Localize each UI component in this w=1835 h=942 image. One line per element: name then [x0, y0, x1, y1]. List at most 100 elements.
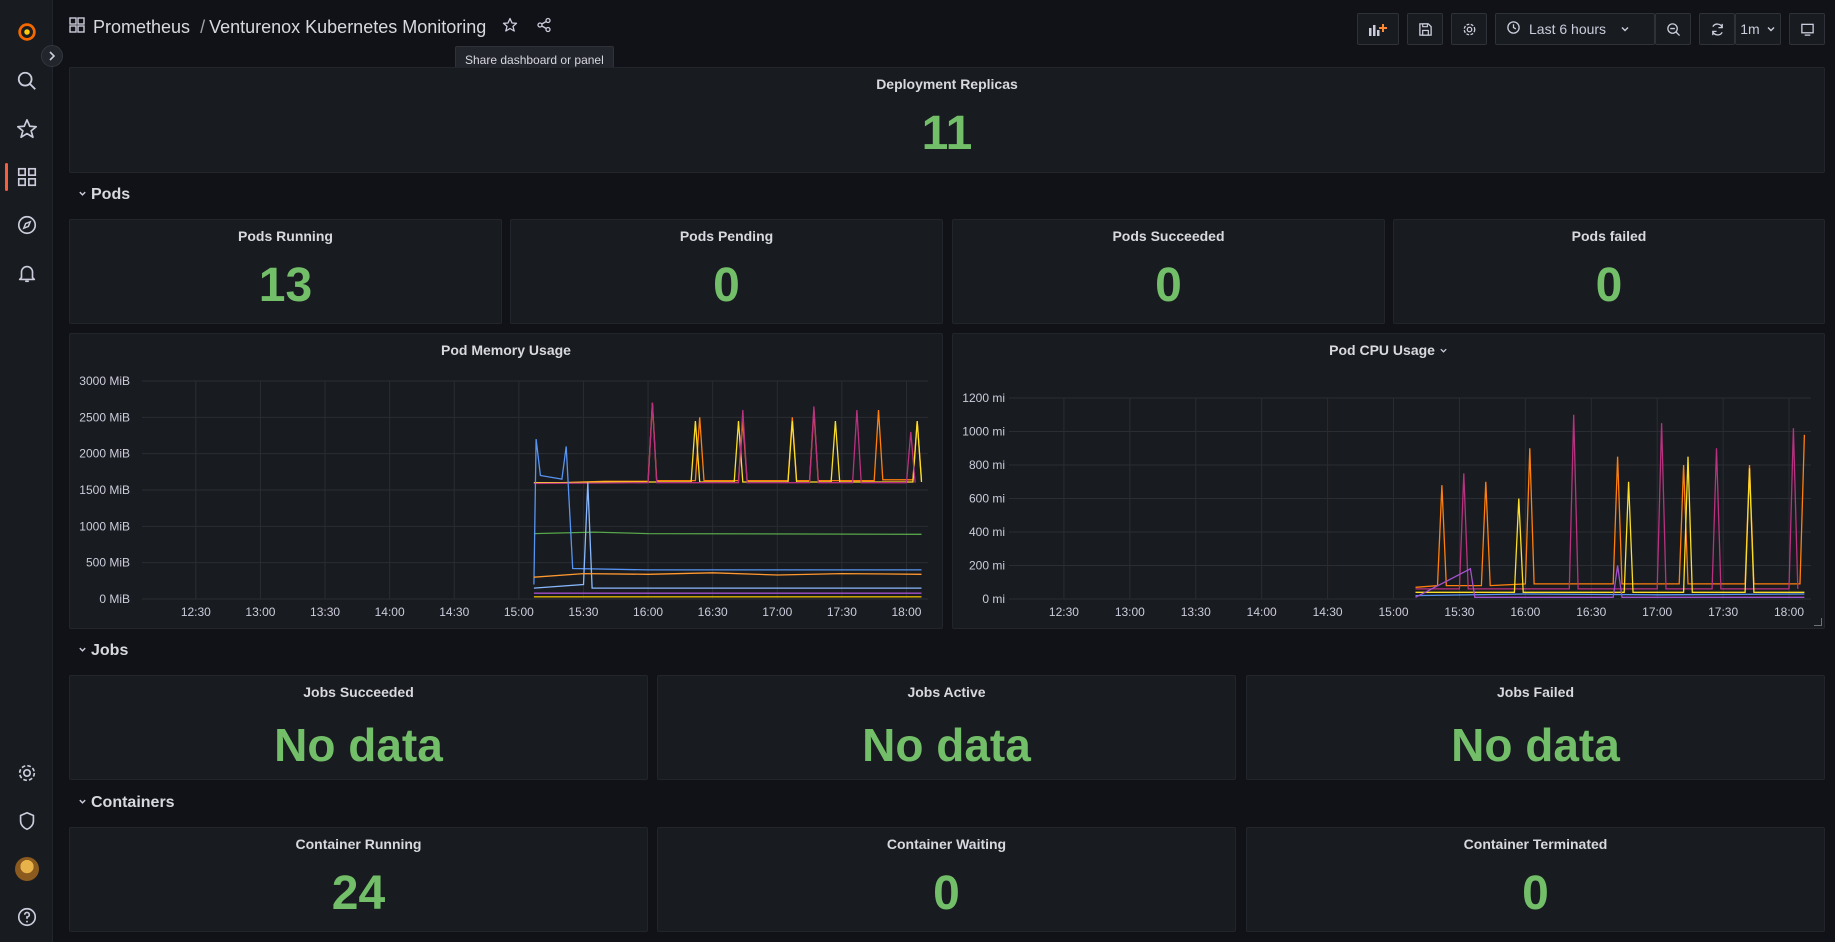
- series-line: [533, 531, 922, 535]
- row-pods[interactable]: Pods: [78, 186, 130, 204]
- expand-sidebar-button[interactable]: [41, 45, 63, 67]
- row-jobs[interactable]: Jobs: [78, 642, 128, 660]
- stat-value: 0: [933, 867, 960, 920]
- x-tick-label: 16:30: [1576, 605, 1606, 619]
- x-tick-label: 13:00: [1115, 605, 1145, 619]
- series-line: [1415, 456, 1805, 593]
- dashboard-settings-button[interactable]: [1451, 13, 1487, 45]
- starred-icon[interactable]: [0, 109, 53, 149]
- chevron-down-icon: [1620, 21, 1630, 37]
- y-tick-label: 200 mi: [969, 559, 1005, 573]
- x-tick-label: 15:30: [568, 605, 598, 619]
- help-icon[interactable]: [0, 897, 53, 937]
- panel-container-waiting[interactable]: Container Waiting 0: [657, 827, 1236, 932]
- x-tick-label: 13:30: [1181, 605, 1211, 619]
- tv-mode-button[interactable]: [1789, 13, 1825, 45]
- series-line: [533, 402, 923, 484]
- star-icon[interactable]: [502, 17, 518, 38]
- settings-gear-icon[interactable]: [0, 753, 53, 793]
- panel-title: Jobs Failed: [1496, 684, 1575, 700]
- add-panel-button[interactable]: [1357, 13, 1399, 45]
- row-title-label: Containers: [91, 794, 175, 811]
- dashboards-icon[interactable]: [0, 157, 53, 197]
- chevron-down-icon: [1766, 21, 1776, 37]
- panel-title: Container Waiting: [886, 836, 1007, 852]
- x-tick-label: 18:00: [1774, 605, 1804, 619]
- time-range-picker[interactable]: Last 6 hours: [1495, 13, 1655, 45]
- panel-pods-pending[interactable]: Pods Pending 0: [510, 219, 943, 324]
- search-icon[interactable]: [0, 61, 53, 101]
- x-tick-label: 12:30: [181, 605, 211, 619]
- stat-value: 24: [331, 867, 386, 920]
- refresh-interval-picker[interactable]: 1m: [1735, 13, 1781, 45]
- share-icon[interactable]: [536, 17, 552, 38]
- y-tick-label: 1200 mi: [962, 391, 1005, 405]
- stat-value: No data: [274, 719, 443, 771]
- zoom-out-button[interactable]: [1655, 13, 1691, 45]
- panel-jobs-active[interactable]: Jobs Active No data: [657, 675, 1236, 780]
- memory-usage-chart[interactable]: 0 MiB 500 MiB 1000 MiB 1500 MiB 2000 MiB 2500…: [70, 334, 944, 630]
- x-tick-label: 13:00: [245, 605, 275, 619]
- dashboard-title[interactable]: Venturenox Kubernetes Monitoring: [209, 17, 486, 38]
- cpu-usage-chart[interactable]: 0 mi 200 mi 400 mi 600 mi 800 mi 1000 mi 1200 …: [953, 334, 1826, 630]
- chevron-down-icon: [78, 189, 87, 201]
- stat-value: No data: [862, 719, 1031, 771]
- stat-value: 0: [1155, 259, 1182, 312]
- x-tick-label: 18:00: [891, 605, 921, 619]
- user-avatar[interactable]: [0, 849, 53, 889]
- x-tick-label: 14:00: [375, 605, 405, 619]
- y-tick-label: 800 mi: [969, 458, 1005, 472]
- chevron-down-icon: [78, 645, 87, 657]
- x-tick-label: 13:30: [310, 605, 340, 619]
- x-tick-label: 16:00: [1510, 605, 1540, 619]
- breadcrumb: Prometheus / Venturenox Kubernetes Monit…: [69, 17, 552, 38]
- x-tick-label: 17:30: [1708, 605, 1738, 619]
- panel-title: Container Terminated: [1463, 836, 1608, 852]
- panel-title: Pods Running: [238, 228, 333, 244]
- x-tick-label: 17:30: [827, 605, 857, 619]
- panel-pod-cpu-usage[interactable]: Pod CPU Usage 0 mi 200 mi 400 mi 600 mi 800 …: [952, 333, 1825, 629]
- row-containers[interactable]: Containers: [78, 794, 175, 812]
- panel-jobs-succeeded[interactable]: Jobs Succeeded No data: [69, 675, 648, 780]
- alerting-bell-icon[interactable]: [0, 253, 53, 293]
- panel-container-running[interactable]: Container Running 24: [69, 827, 648, 932]
- panel-title: Pods Succeeded: [1112, 228, 1225, 244]
- panel-title: Pods failed: [1571, 228, 1647, 244]
- dashboard-grid-icon: [69, 17, 85, 38]
- stat-value: 0: [1522, 867, 1549, 920]
- stat-value: 11: [921, 107, 973, 160]
- top-navbar: Prometheus / Venturenox Kubernetes Monit…: [54, 0, 1835, 74]
- x-tick-label: 14:30: [1313, 605, 1343, 619]
- panel-title: Jobs Succeeded: [303, 684, 414, 700]
- x-tick-label: 15:30: [1444, 605, 1474, 619]
- series-line: [1415, 414, 1799, 590]
- row-title-label: Pods: [91, 186, 131, 203]
- shield-icon[interactable]: [0, 801, 53, 841]
- y-tick-label: 2000 MiB: [79, 447, 130, 461]
- x-tick-label: 15:00: [504, 605, 534, 619]
- y-tick-label: 2500 MiB: [79, 410, 130, 424]
- explore-compass-icon[interactable]: [0, 205, 53, 245]
- panel-deployment-replicas[interactable]: Deployment Replicas 11: [69, 67, 1825, 173]
- x-tick-label: 14:30: [439, 605, 469, 619]
- panel-pod-memory-usage[interactable]: Pod Memory Usage 0 MiB 500 MiB 1000 MiB 150…: [69, 333, 943, 629]
- series-line: [533, 482, 922, 589]
- panel-jobs-failed[interactable]: Jobs Failed No data: [1246, 675, 1825, 780]
- panel-pods-succeeded[interactable]: Pods Succeeded 0: [952, 219, 1385, 324]
- y-tick-label: 500 MiB: [86, 556, 130, 570]
- panel-pods-failed[interactable]: Pods failed 0: [1393, 219, 1825, 324]
- stat-value: No data: [1451, 719, 1620, 771]
- stat-value: 0: [713, 259, 740, 312]
- breadcrumb-folder[interactable]: Prometheus: [93, 17, 190, 38]
- panel-pods-running[interactable]: Pods Running 13: [69, 219, 502, 324]
- x-tick-label: 14:00: [1247, 605, 1277, 619]
- save-dashboard-button[interactable]: [1407, 13, 1443, 45]
- breadcrumb-separator: /: [200, 17, 206, 37]
- panel-container-terminated[interactable]: Container Terminated 0: [1246, 827, 1825, 932]
- refresh-button[interactable]: [1699, 13, 1735, 45]
- clock-icon: [1506, 20, 1521, 38]
- chevron-down-icon: [78, 797, 87, 809]
- resize-handle-icon[interactable]: [1814, 618, 1822, 626]
- x-tick-label: 15:00: [1379, 605, 1409, 619]
- panel-title: Jobs Active: [907, 684, 986, 700]
